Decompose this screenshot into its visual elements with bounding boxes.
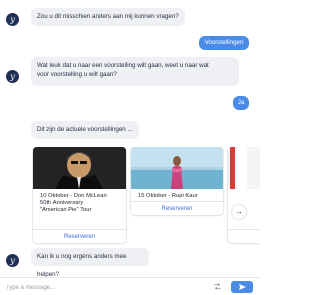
bot-message: Zou u dit misschien anders aan mij kunne… [31, 8, 185, 26]
show-image-don-mclean [33, 147, 126, 189]
bot-avatar: y [6, 254, 19, 267]
user-message: Ja [233, 96, 249, 110]
reserve-button[interactable]: Reserveren [33, 229, 126, 243]
show-card: 10 Oktober - Don McLean 50th Anniversary… [33, 147, 126, 243]
bot-message: Wat leuk dat u naar een voorstelling wil… [31, 57, 239, 86]
bot-message-line: voor voorstelling u wilt gaan? [37, 70, 117, 78]
arrow-right-icon[interactable]: → [232, 205, 246, 219]
show-title-line: 15 Oktober - Rupi Kaur [138, 193, 198, 199]
reserve-button[interactable]: Reserveren [131, 201, 223, 215]
show-title: 10 Oktober - Don McLean 50th Anniversary… [40, 193, 122, 214]
message-input-bar [0, 277, 260, 295]
bot-message-text: Zou u dit misschien anders aan mij kunne… [37, 13, 179, 20]
message-input[interactable] [6, 282, 196, 293]
show-image-rupi-kaur [131, 147, 223, 189]
send-button[interactable] [231, 281, 253, 293]
show-image [228, 147, 260, 189]
bot-avatar: y [6, 70, 19, 83]
show-title: 15 Oktober - Rupi Kaur [138, 193, 219, 200]
chat-window: y Zou u dit misschien anders aan mij kun… [0, 0, 260, 277]
bot-message: Dit zijn de actuele voorstellingen ... [31, 121, 139, 139]
show-title-line: 10 Oktober - Don McLean [40, 193, 107, 199]
show-card: 15 Oktober - Rupi Kaur Reserveren [131, 147, 223, 215]
show-title-line: 50th Anniversary [40, 200, 84, 206]
show-card [228, 147, 260, 243]
bot-avatar: y [6, 13, 19, 26]
bot-message-text: Kan ik u nog ergens anders mee helpen? [37, 253, 127, 277]
send-icon [239, 284, 246, 290]
bot-message-line: Wat leuk dat u naar een voorstelling wil… [37, 62, 209, 69]
user-message: Voorstellingen [199, 36, 249, 50]
show-carousel[interactable]: 10 Oktober - Don McLean 50th Anniversary… [31, 147, 260, 247]
bot-message-text: Dit zijn de actuele voorstellingen ... [37, 126, 133, 133]
bot-message: Kan ik u nog ergens anders mee helpen? [31, 248, 149, 277]
reserve-button[interactable] [228, 229, 260, 243]
show-title-line: "American Pie" Tour [40, 207, 92, 213]
refresh-icon[interactable] [212, 281, 223, 292]
